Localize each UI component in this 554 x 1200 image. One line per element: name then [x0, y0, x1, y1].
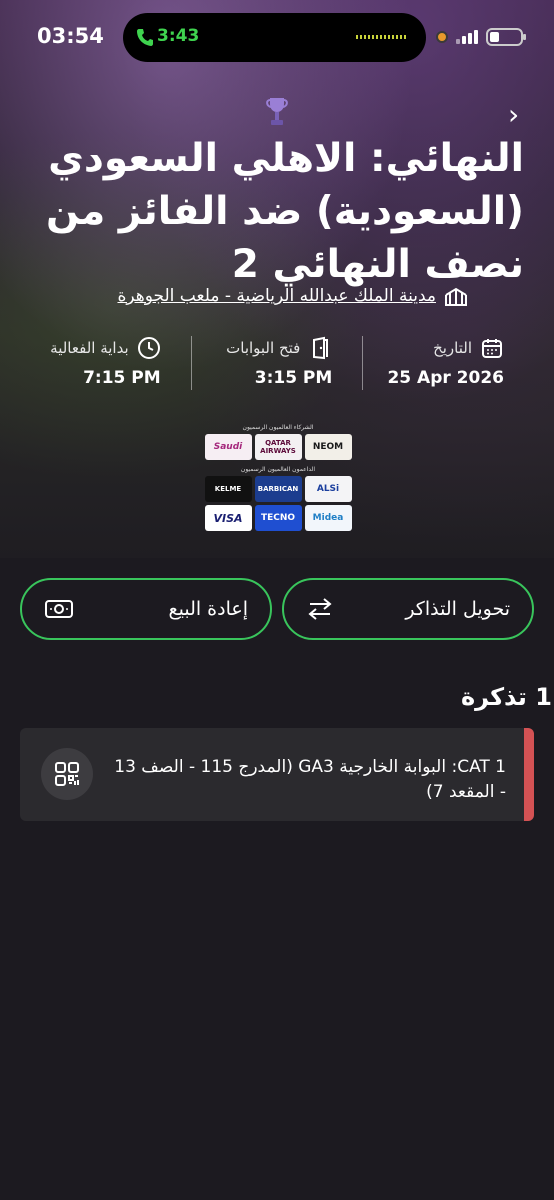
info-value: 7:15 PM	[83, 368, 161, 388]
info-value: 3:15 PM	[254, 368, 333, 388]
event-info-row: التاريخ 25 Apr 2026 فتح البوابات 3:15 PM…	[20, 336, 534, 390]
info-gates: فتح البوابات 3:15 PM	[192, 336, 364, 390]
sponsors-caption: الشركاء العالميون الرسميون	[242, 424, 314, 431]
qr-code-icon	[55, 762, 79, 786]
sponsors-caption: الداعمون العالميون الرسميون	[240, 466, 316, 473]
tickets-count-heading: 1 تذكرة	[461, 683, 552, 711]
sponsors-block: الشركاء العالميون الرسميون NEOM QATAR AI…	[204, 424, 352, 531]
transfer-arrows-icon	[308, 598, 332, 620]
ticket-seat-info: CAT 1: البوابة الخارجية GA3 (المدرج 115 …	[114, 757, 506, 802]
info-label: بداية الفعالية	[50, 339, 129, 357]
barbican-logo: BARBICAN	[254, 476, 302, 502]
info-label: فتح البوابات	[226, 339, 301, 357]
qatar-airways-logo: QATAR AIRWAYS	[254, 434, 302, 460]
info-label: التاريخ	[433, 339, 472, 357]
clock-icon	[137, 337, 160, 359]
visa-logo: VISA	[204, 505, 252, 531]
cash-icon	[45, 600, 73, 618]
call-timer: 3:43	[157, 26, 200, 46]
status-time: 03:54	[37, 24, 104, 48]
status-indicators	[436, 28, 526, 46]
signal-icon	[456, 30, 478, 44]
venue-name: مدينة الملك عبدالله الرياضية - ملعب الجو…	[117, 286, 436, 306]
calendar-icon	[482, 339, 502, 358]
venue-link[interactable]: مدينة الملك عبدالله الرياضية - ملعب الجو…	[84, 286, 468, 306]
dynamic-island-call[interactable]: 3:43	[123, 13, 426, 62]
status-bar: 03:54 3:43	[0, 0, 554, 80]
transfer-tickets-button[interactable]: تحويل التذاكر	[282, 578, 534, 640]
ticket-status-accent	[524, 728, 534, 821]
resell-label: إعادة البيع	[168, 598, 248, 620]
battery-icon	[486, 28, 526, 46]
phone-icon	[137, 29, 153, 46]
alsi-logo: ALSi	[304, 476, 352, 502]
back-chevron-icon[interactable]: ›	[508, 98, 519, 131]
mic-indicator-icon	[436, 31, 448, 43]
midea-logo: Midea	[304, 505, 352, 531]
door-icon	[313, 336, 329, 360]
tecno-logo: TECNO	[254, 505, 302, 531]
visit-saudi-logo: Saudi	[204, 434, 252, 460]
ticket-card[interactable]: CAT 1: البوابة الخارجية GA3 (المدرج 115 …	[20, 728, 534, 821]
neom-logo: NEOM	[304, 434, 352, 460]
trophy-icon	[266, 98, 288, 125]
info-value: 25 Apr 2026	[387, 368, 504, 388]
event-title: النهائي: الاهلي السعودي (السعودية) ضد ال…	[46, 136, 524, 287]
call-waveform-icon	[356, 35, 406, 39]
stadium-icon	[445, 287, 467, 306]
resell-button[interactable]: إعادة البيع	[20, 578, 272, 640]
kelme-logo: KELME	[204, 476, 252, 502]
qr-code-button[interactable]	[41, 748, 93, 800]
transfer-label: تحويل التذاكر	[405, 598, 510, 620]
info-date: التاريخ 25 Apr 2026	[363, 336, 534, 390]
info-start: بداية الفعالية 7:15 PM	[20, 336, 192, 390]
